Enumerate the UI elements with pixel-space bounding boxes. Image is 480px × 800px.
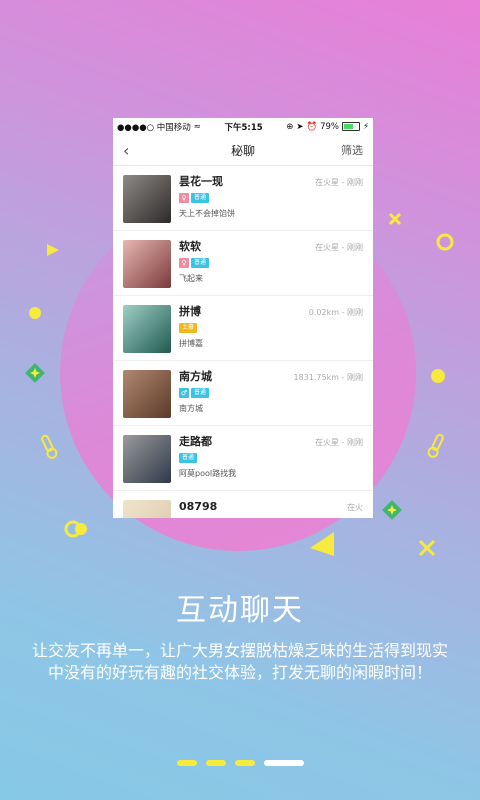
avatar [123,500,171,518]
badge-group: ♂ 普通 [179,388,363,398]
contact-row[interactable]: 08798 在火 [113,491,373,518]
description: 让交友不再单一，让广大男女摆脱枯燥乏味的生活得到现实中没有的好玩有趣的社交体验，… [31,641,448,682]
battery-percent: 79% [320,121,340,132]
page-dot-active[interactable] [263,760,304,766]
page-title: 秘聊 [230,143,255,158]
badge-group: 普通 [179,453,363,463]
level-badge: 土豪 [179,323,198,333]
gender-badge: ♂ [179,388,189,398]
avatar [123,305,171,353]
contact-row[interactable]: 软软 ♀ 普通 飞起来 在火星 - 刚刚 [113,231,373,296]
phone-mockup: ●●●●○ 中国移动 ≈ 下午5:15 ⊕ ➤ ⏰ 79% ⚡ ‹ 秘聊 筛选 … [113,118,373,518]
status-bar: ●●●●○ 中国移动 ≈ 下午5:15 ⊕ ➤ ⏰ 79% ⚡ [113,118,373,135]
level-badge: 普通 [191,258,210,268]
page-dot[interactable] [234,760,255,766]
triangle-icon [47,244,59,256]
distance-label: 在火星 - 刚刚 [315,178,363,187]
location-icon: ➤ [296,121,304,132]
contact-signature: 南方城 [179,404,203,413]
battery-icon [342,122,361,131]
contact-list: 昙花一现 ♀ 普通 天上不会掉馅饼 在火星 - 刚刚 软软 ♀ 普通 飞起来 在火星 - 刚刚 拼博… [113,166,373,518]
contact-row[interactable]: 昙花一现 ♀ 普通 天上不会掉馅饼 在火星 - 刚刚 [113,166,373,231]
wifi-icon: ≈ [193,121,201,132]
thermometer-icon [41,434,58,459]
distance-label: 在火 [347,503,363,512]
contact-row[interactable]: 走路都 普通 阿莫pool路找我 在火星 - 刚刚 [113,426,373,491]
badge-group: ♀ 普通 [179,193,363,203]
contact-info: 08798 [179,500,363,518]
badge-group: ♀ 普通 [179,258,363,268]
thermometer-icon [427,433,444,458]
filter-button[interactable]: 筛选 [341,142,363,158]
avatar [123,240,171,288]
nav-bar: ‹ 秘聊 筛选 [113,135,373,166]
onboarding-screen: ●●●●○ 中国移动 ≈ 下午5:15 ⊕ ➤ ⏰ 79% ⚡ ‹ 秘聊 筛选 … [0,0,480,800]
gender-badge: ♀ [179,193,189,203]
level-badge: 普通 [191,193,210,203]
avatar [123,175,171,223]
contact-signature: 飞起来 [179,274,203,283]
triangle-icon [310,532,334,556]
level-badge: 普通 [179,453,198,463]
ring-icon [436,233,454,251]
sparkle-icon [25,363,45,383]
gender-badge: ♀ [179,258,189,268]
carrier-label: ●●●●○ 中国移动 [117,122,191,133]
contact-name: 08798 [179,500,218,513]
cross-icon [388,212,402,226]
distance-label: 在火星 - 刚刚 [315,438,363,447]
alarm-icon: ⏰ [306,121,318,132]
distance-label: 1831.75km - 刚刚 [293,373,363,382]
contact-row[interactable]: 南方城 ♂ 普通 南方城 1831.75km - 刚刚 [113,361,373,426]
rings-icon [64,520,87,538]
charging-icon: ⚡ [363,121,369,132]
contact-signature: 拼博嘉 [179,339,203,348]
lock-rotation-icon: ⊕ [286,121,294,132]
sparkle-icon [382,500,402,520]
contact-row[interactable]: 拼博 土豪 拼博嘉 0.02km - 刚刚 [113,296,373,361]
avatar [123,435,171,483]
dot-icon [29,307,41,319]
badge-group: 土豪 [179,323,363,333]
headline: 互动聊天 [176,593,304,628]
back-chevron-icon[interactable]: ‹ [123,141,139,160]
avatar [123,370,171,418]
contact-signature: 阿莫pool路找我 [179,469,237,478]
page-dot[interactable] [205,760,226,766]
dot-icon [431,369,445,383]
level-badge: 普通 [191,388,210,398]
contact-signature: 天上不会掉馅饼 [179,209,235,218]
page-indicator [0,760,480,766]
distance-label: 在火星 - 刚刚 [315,243,363,252]
clock-label: 下午5:15 [224,122,263,133]
cross-icon [418,539,436,557]
distance-label: 0.02km - 刚刚 [308,308,363,317]
page-dot[interactable] [176,760,197,766]
